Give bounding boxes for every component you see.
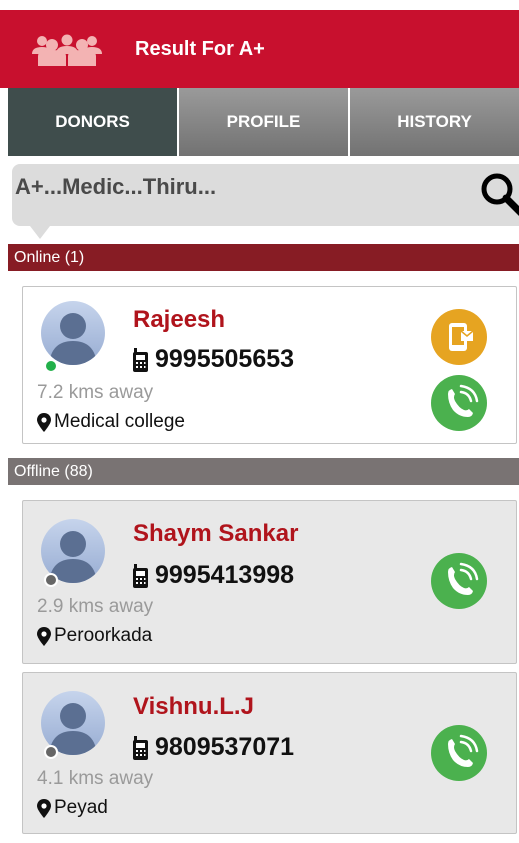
donor-card[interactable]: Vishnu.L.J 9809537071 4.1 kms away Peyad (22, 672, 517, 834)
call-button[interactable] (431, 375, 487, 431)
tab-profile[interactable]: PROFILE (179, 88, 350, 156)
mobile-phone-icon (133, 563, 148, 588)
search-bar[interactable]: A+...Medic...Thiru... (12, 164, 519, 239)
location-pin-icon (37, 412, 51, 432)
donor-phone: 9995413998 (131, 561, 294, 590)
offline-status-dot (44, 573, 58, 587)
donor-phone-number: 9809537071 (155, 733, 295, 761)
search-query[interactable]: A+...Medic...Thiru... (15, 174, 216, 200)
call-icon (448, 734, 479, 767)
call-icon (448, 562, 479, 595)
donor-card[interactable]: Rajeesh 9995505653 7.2 kms away Medical … (22, 286, 517, 444)
donor-phone: 9809537071 (131, 733, 294, 762)
sms-button[interactable] (431, 309, 487, 365)
online-status-dot (44, 359, 58, 373)
avatar-placeholder-icon (49, 313, 97, 365)
donor-phone: 9995505653 (131, 345, 294, 374)
offline-section-header: Offline (88) (8, 458, 519, 485)
page-title: Result For A+ (135, 38, 265, 60)
app-header: Result For A+ (0, 10, 519, 88)
tab-bar: DONORS PROFILE HISTORY (8, 88, 519, 156)
donor-location: Peyad (37, 797, 108, 819)
avatar (41, 301, 105, 365)
tab-donors[interactable]: DONORS (8, 88, 179, 156)
donor-location-label: Medical college (54, 411, 185, 432)
donor-phone-number: 9995413998 (155, 561, 295, 589)
donor-location-label: Peroorkada (54, 625, 153, 646)
sms-icon (449, 323, 474, 351)
tab-history[interactable]: HISTORY (350, 88, 519, 156)
call-icon (448, 384, 479, 417)
donor-location: Peroorkada (37, 625, 152, 647)
donor-name: Shaym Sankar (133, 520, 299, 547)
offline-status-dot (44, 745, 58, 759)
donor-name: Rajeesh (133, 306, 226, 333)
donor-name: Vishnu.L.J (133, 693, 254, 720)
mobile-phone-icon (133, 735, 148, 760)
donor-location: Medical college (37, 411, 185, 433)
call-button[interactable] (431, 553, 487, 609)
donor-distance: 4.1 kms away (37, 768, 154, 789)
mobile-phone-icon (133, 347, 148, 372)
location-pin-icon (37, 798, 51, 818)
call-button[interactable] (431, 725, 487, 781)
group-logo-icon (32, 34, 102, 66)
donor-distance: 7.2 kms away (37, 382, 154, 403)
search-bubble-tail (30, 226, 50, 239)
search-icon[interactable] (478, 170, 519, 218)
location-pin-icon (37, 626, 51, 646)
donor-location-label: Peyad (54, 797, 108, 818)
online-section-header: Online (1) (8, 244, 519, 271)
donor-card[interactable]: Shaym Sankar 9995413998 2.9 kms away Per… (22, 500, 517, 664)
donor-distance: 2.9 kms away (37, 596, 154, 617)
donor-phone-number: 9995505653 (155, 345, 295, 373)
